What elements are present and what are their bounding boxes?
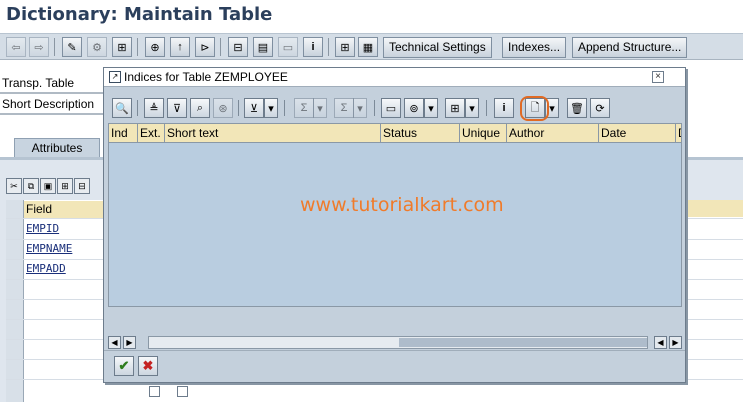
toolbar-separator xyxy=(137,100,138,116)
details-icon[interactable]: 🔍 xyxy=(112,98,132,118)
table-contents-icon[interactable]: ▦ xyxy=(358,37,378,57)
find-icon[interactable]: ⌕ xyxy=(190,98,210,118)
information-icon[interactable]: i xyxy=(494,98,514,118)
dialog-footer: ✔ ✖ xyxy=(104,350,685,382)
toolbar-separator xyxy=(374,100,375,116)
col-d[interactable]: D xyxy=(676,124,681,143)
indexes-button[interactable]: Indexes... xyxy=(502,37,567,58)
sum-icon[interactable]: Σ xyxy=(294,98,314,118)
key-checkbox[interactable] xyxy=(149,386,160,397)
append-structure-button[interactable]: Append Structure... xyxy=(572,37,688,58)
tab-attributes[interactable]: Attributes xyxy=(14,138,100,158)
col-date[interactable]: Date xyxy=(599,124,676,143)
print-preview-icon[interactable]: ▭ xyxy=(381,98,401,118)
divider xyxy=(0,113,103,115)
print-icon[interactable]: ▤ xyxy=(253,37,273,57)
export-menu-icon[interactable]: ▾ xyxy=(424,98,438,118)
sort-descending-icon[interactable]: ⊽ xyxy=(167,98,187,118)
cut-icon[interactable]: ✂ xyxy=(6,178,22,194)
col-unique[interactable]: Unique xyxy=(460,124,507,143)
display-change-icon[interactable]: ✎ xyxy=(62,37,82,57)
dialog-window-icon: ↗ xyxy=(109,71,121,83)
close-icon[interactable]: × xyxy=(652,71,664,83)
col-ind[interactable]: Ind xyxy=(109,124,138,143)
column-header-strip xyxy=(686,200,743,217)
back-arrow-icon[interactable]: ⇦ xyxy=(6,37,26,57)
toolbar-separator xyxy=(486,100,487,116)
layout-menu-icon[interactable]: ▾ xyxy=(465,98,479,118)
dialog-toolbar: 🔍 ≜ ⊽ ⌕ ⊛ ⊻ ▾ Σ ▾ Σ ▾ ▭ ⊚ ▾ ⊞ ▾ i 🗋 ▾ 🗑 … xyxy=(104,87,685,123)
sum-menu-icon[interactable]: ▾ xyxy=(313,98,327,118)
other-object-icon[interactable]: ⊟ xyxy=(228,37,248,57)
indices-table-header: Ind Ext. Short text Status Unique Author… xyxy=(109,124,681,143)
object-list-icon[interactable]: ↑ xyxy=(170,37,190,57)
paste-icon[interactable]: ▣ xyxy=(40,178,56,194)
insert-row-icon[interactable]: ⊞ xyxy=(57,178,73,194)
where-used-icon[interactable]: ⊕ xyxy=(145,37,165,57)
toolbar-separator xyxy=(220,38,221,56)
short-description-label: Short Description xyxy=(2,97,95,111)
activate-icon[interactable]: ⊞ xyxy=(112,37,132,57)
col-author[interactable]: Author xyxy=(507,124,599,143)
field-row-empname[interactable]: EMPNAME xyxy=(24,239,106,259)
field-column-header: Field xyxy=(24,201,106,218)
copy-icon[interactable]: ⧉ xyxy=(23,178,39,194)
subtotal-icon[interactable]: Σ xyxy=(334,98,354,118)
hierarchy-icon[interactable]: ⊳ xyxy=(195,37,215,57)
contents-icon[interactable]: ⊞ xyxy=(335,37,355,57)
initial-checkbox[interactable] xyxy=(177,386,188,397)
horizontal-scrollbar[interactable]: ◀ ▶ ◀ ▶ xyxy=(108,336,682,349)
cancel-x-icon[interactable]: ✖ xyxy=(138,356,158,376)
filter-menu-icon[interactable]: ▾ xyxy=(264,98,278,118)
scroll-thumb[interactable] xyxy=(399,338,647,347)
col-short-text[interactable]: Short text xyxy=(165,124,381,143)
scroll-track[interactable] xyxy=(148,336,648,349)
technical-settings-button[interactable]: Technical Settings xyxy=(383,37,492,58)
toolbar-separator xyxy=(284,100,285,116)
scroll-left-end-icon[interactable]: ◀ xyxy=(654,336,667,349)
row-selector-column xyxy=(6,200,24,402)
filter-icon[interactable]: ⊻ xyxy=(244,98,264,118)
grid-toolbar: ✂ ⧉ ▣ ⊞ ⊟ xyxy=(6,178,90,196)
check-icon[interactable]: ⚙ xyxy=(87,37,107,57)
toolbar-separator xyxy=(54,38,55,56)
toolbar-separator xyxy=(238,100,239,116)
divider xyxy=(0,92,103,94)
info-icon[interactable]: i xyxy=(303,37,323,57)
scroll-left-icon[interactable]: ◀ xyxy=(108,336,121,349)
export-icon[interactable]: ⊚ xyxy=(404,98,424,118)
field-row-empadd[interactable]: EMPADD xyxy=(24,259,106,279)
dialog-title-bar: ↗ Indices for Table ZEMPLOYEE × xyxy=(104,68,685,87)
forward-arrow-icon[interactable]: ⇨ xyxy=(29,37,49,57)
find-next-icon[interactable]: ⊛ xyxy=(213,98,233,118)
application-toolbar: ⇦ ⇨ ✎ ⚙ ⊞ ⊕ ↑ ⊳ ⊟ ▤ ▭ i ⊞ ▦ Technical Se… xyxy=(0,33,743,60)
toolbar-separator xyxy=(137,38,138,56)
layout-icon[interactable]: ⊞ xyxy=(445,98,465,118)
scroll-right-icon[interactable]: ▶ xyxy=(123,336,136,349)
window-title-bar: Dictionary: Maintain Table xyxy=(0,0,743,32)
refresh-icon[interactable]: ⟳ xyxy=(590,98,610,118)
col-ext[interactable]: Ext. xyxy=(138,124,165,143)
col-status[interactable]: Status xyxy=(381,124,460,143)
dialog-title: Indices for Table ZEMPLOYEE xyxy=(124,70,288,84)
delete-trash-icon[interactable]: 🗑 xyxy=(567,98,587,118)
toolbar-separator xyxy=(328,38,329,56)
delete-row-icon[interactable]: ⊟ xyxy=(74,178,90,194)
window-title: Dictionary: Maintain Table xyxy=(6,4,273,25)
subtotal-menu-icon[interactable]: ▾ xyxy=(353,98,367,118)
field-row-empid[interactable]: EMPID xyxy=(24,219,106,239)
confirm-check-icon[interactable]: ✔ xyxy=(114,356,134,376)
watermark-text: www.tutorialkart.com xyxy=(300,194,504,216)
sort-ascending-icon[interactable]: ≜ xyxy=(144,98,164,118)
transp-table-label: Transp. Table xyxy=(2,76,75,90)
indices-dialog: ↗ Indices for Table ZEMPLOYEE × 🔍 ≜ ⊽ ⌕ … xyxy=(103,67,686,383)
create-button-highlight xyxy=(520,96,549,121)
scroll-right-end-icon[interactable]: ▶ xyxy=(669,336,682,349)
pretty-print-icon[interactable]: ▭ xyxy=(278,37,298,57)
